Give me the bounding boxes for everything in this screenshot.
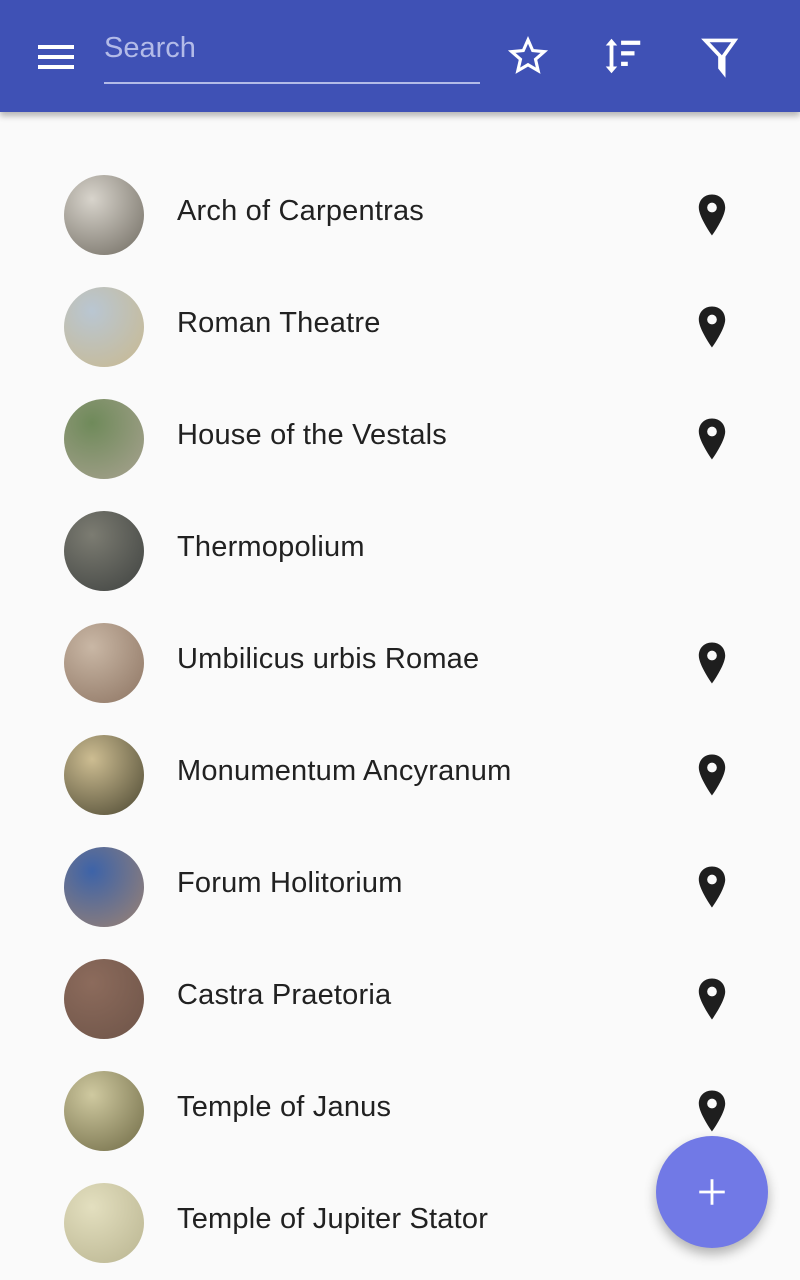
search-field <box>104 22 480 84</box>
place-name: Thermopolium <box>177 531 365 563</box>
list-item[interactable]: Umbilicus urbis Romae <box>0 607 800 719</box>
list-item[interactable]: Arch of Carpentras <box>0 159 800 271</box>
list-item[interactable]: Thermopolium <box>0 495 800 607</box>
list-item[interactable]: Roman Theatre <box>0 271 800 383</box>
sort-icon <box>605 38 641 74</box>
place-name: Forum Holitorium <box>177 867 403 899</box>
location-pin-icon[interactable] <box>694 1089 730 1133</box>
app-bar <box>0 0 800 112</box>
place-thumbnail <box>64 511 144 591</box>
location-pin-icon[interactable] <box>694 753 730 797</box>
sort-button[interactable] <box>597 30 649 82</box>
place-name: Umbilicus urbis Romae <box>177 643 480 675</box>
menu-icon-bar <box>38 55 74 59</box>
location-pin-icon[interactable] <box>694 417 730 461</box>
list-item[interactable]: House of the Vestals <box>0 383 800 495</box>
plus-icon <box>699 1179 725 1205</box>
list-item[interactable]: Forum Holitorium <box>0 831 800 943</box>
location-pin-icon[interactable] <box>694 193 730 237</box>
place-thumbnail <box>64 175 144 255</box>
place-thumbnail <box>64 287 144 367</box>
menu-icon-bar <box>38 65 74 69</box>
filter-icon <box>701 38 739 78</box>
place-thumbnail <box>64 623 144 703</box>
place-thumbnail <box>64 735 144 815</box>
place-thumbnail <box>64 959 144 1039</box>
favorites-button[interactable] <box>502 30 554 82</box>
place-name: Temple of Jupiter Stator <box>177 1203 489 1235</box>
menu-icon <box>38 45 74 49</box>
place-name: Temple of Janus <box>177 1091 392 1123</box>
place-thumbnail <box>64 847 144 927</box>
list-item[interactable]: Castra Praetoria <box>0 943 800 1055</box>
place-name: Roman Theatre <box>177 307 381 339</box>
place-name: House of the Vestals <box>177 419 447 451</box>
place-name: Castra Praetoria <box>177 979 392 1011</box>
star-icon <box>507 36 549 74</box>
list-item[interactable]: Monumentum Ancyranum <box>0 719 800 831</box>
filter-button[interactable] <box>694 30 746 82</box>
location-pin-icon[interactable] <box>694 305 730 349</box>
location-pin-icon[interactable] <box>694 977 730 1021</box>
location-pin-icon[interactable] <box>694 865 730 909</box>
place-name: Monumentum Ancyranum <box>177 755 512 787</box>
location-pin-icon[interactable] <box>694 641 730 685</box>
place-thumbnail <box>64 1183 144 1263</box>
search-input[interactable] <box>104 26 474 70</box>
menu-button[interactable] <box>36 42 76 72</box>
place-thumbnail <box>64 1071 144 1151</box>
place-thumbnail <box>64 399 144 479</box>
place-name: Arch of Carpentras <box>177 195 424 227</box>
add-place-button[interactable] <box>656 1136 768 1248</box>
